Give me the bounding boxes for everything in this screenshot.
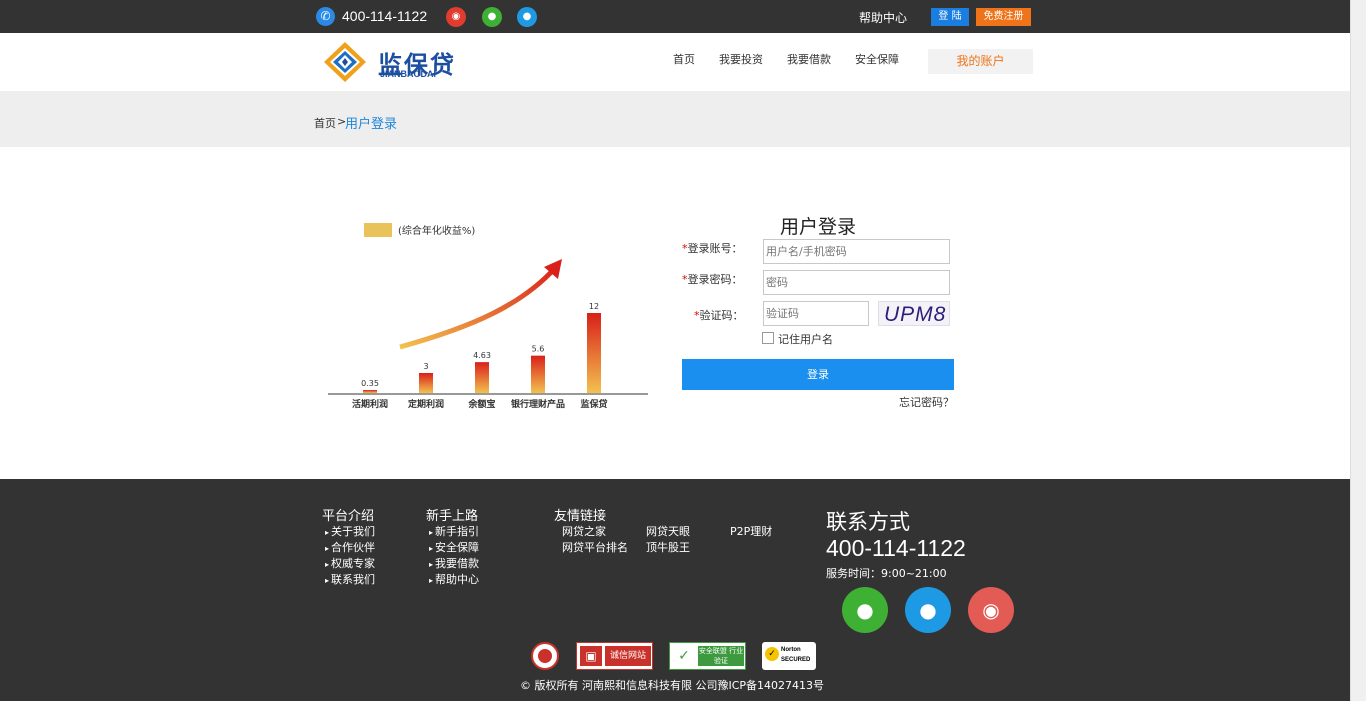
wechat-icon[interactable]: ●: [482, 7, 502, 27]
logo-icon[interactable]: [322, 40, 368, 84]
category-label: 监保贷: [580, 398, 607, 410]
category-label: 银行理财产品: [511, 398, 565, 410]
friend-link[interactable]: 网贷之家: [562, 523, 606, 539]
bar-0: [363, 390, 377, 393]
breadcrumb-current: 用户登录: [345, 117, 398, 132]
bar-1: [419, 373, 433, 393]
footer-links-title: 友情链接: [554, 509, 607, 524]
nav-borrow[interactable]: 我要借款: [787, 51, 831, 67]
seal-badge-icon[interactable]: [530, 642, 560, 670]
bar-value-label: 3: [423, 362, 428, 371]
phone-icon: ✆: [316, 7, 335, 26]
footer-link-help[interactable]: 帮助中心: [429, 571, 479, 587]
top-phone-number: 400-114-1122: [342, 8, 428, 24]
legend-label: (综合年化收益%): [398, 224, 475, 237]
qq-icon[interactable]: ●: [905, 587, 951, 633]
remember-label[interactable]: 记住用户名: [778, 331, 833, 347]
bar-3: [531, 355, 545, 393]
yield-chart: (综合年化收益%) 0.35 活期利润 3 定期利润 4.63 余额宝 5.6 银行理财产品 1…: [328, 223, 648, 410]
site-header: 监保贷 JIANBAODAI 首页 我要投资 我要借款 安全保障 我的账户: [0, 33, 1350, 91]
norton-check-icon: ✓: [765, 647, 779, 661]
help-center-link[interactable]: 帮助中心: [859, 9, 907, 26]
account-label-text: 登录账号：: [687, 242, 743, 255]
top-bar-inner: ✆ 400-114-1122 ◉ ● ● 帮助中心 登 陆 免费注册: [314, 0, 1034, 33]
bar-value-label: 4.63: [473, 351, 491, 360]
bar-value-label: 12: [589, 302, 599, 311]
friend-link[interactable]: 顶牛股王: [646, 539, 690, 555]
friend-link[interactable]: 网贷天眼: [646, 523, 690, 539]
bar-2: [475, 362, 489, 393]
nav-security[interactable]: 安全保障: [855, 51, 899, 67]
top-bar: ✆ 400-114-1122 ◉ ● ● 帮助中心 登 陆 免费注册: [0, 0, 1350, 33]
footer-platform-title: 平台介绍: [322, 509, 375, 524]
footer-link-guide[interactable]: 新手指引: [429, 523, 479, 539]
logo-subtext: JIANBAODAI: [380, 69, 437, 79]
category-label: 定期利润: [407, 398, 444, 410]
growth-arrow: [399, 265, 558, 350]
security-badge-label: 安全联盟 行业验证: [698, 646, 744, 666]
copyright-text: © 版权所有 河南熙和信息科技有限 公司豫ICP备14027413号: [520, 679, 825, 692]
my-account-button[interactable]: 我的账户: [928, 49, 1033, 74]
category-label: 余额宝: [467, 398, 495, 410]
footer-link-partners[interactable]: 合作伙伴: [325, 539, 375, 555]
trust-icon: ▣: [580, 646, 602, 666]
remember-checkbox[interactable]: [762, 332, 774, 344]
weibo-icon[interactable]: ◉: [968, 587, 1014, 633]
norton-badge-label: Norton SECURED: [781, 647, 811, 663]
bar-value-label: 0.35: [361, 379, 379, 388]
contact-title: 联系方式: [826, 510, 910, 534]
account-input[interactable]: [763, 239, 950, 264]
contact-phone: 400-114-1122: [826, 535, 966, 561]
footer-link-about[interactable]: 关于我们: [325, 523, 375, 539]
captcha-text: UPM8: [884, 303, 947, 326]
trust-site-badge[interactable]: ▣ 诚信网站: [576, 642, 653, 670]
friend-link[interactable]: P2P理财: [730, 523, 772, 539]
friend-link[interactable]: 网贷平台排名: [562, 539, 628, 555]
forgot-password-link[interactable]: 忘记密码？: [899, 394, 954, 410]
bar-4: [587, 313, 601, 393]
password-label-text: 登录密码：: [687, 273, 743, 286]
captcha-input[interactable]: [763, 301, 869, 326]
footer-newbie-title: 新手上路: [426, 509, 479, 524]
contact-hours: 服务时间：9:00~21:00: [826, 567, 947, 580]
top-register-button[interactable]: 免费注册: [976, 8, 1031, 26]
top-login-button[interactable]: 登 陆: [931, 8, 969, 26]
footer-link-contact[interactable]: 联系我们: [325, 571, 375, 587]
password-input[interactable]: [763, 270, 950, 295]
window-scrollbar[interactable]: [1350, 0, 1366, 701]
trust-badge-label: 诚信网站: [605, 646, 651, 666]
bar-value-label: 5.6: [532, 345, 545, 354]
security-alliance-badge[interactable]: ✓ 安全联盟 行业验证: [669, 642, 746, 670]
breadcrumb: 首页 > 用户登录: [0, 91, 1350, 147]
login-submit-button[interactable]: 登录: [682, 359, 954, 390]
footer-link-security[interactable]: 安全保障: [429, 539, 479, 555]
login-title: 用户登录: [780, 216, 857, 238]
weibo-icon[interactable]: ◉: [446, 7, 466, 27]
footer-link-borrow[interactable]: 我要借款: [429, 555, 479, 571]
nav-home[interactable]: 首页: [673, 51, 695, 67]
password-label: *登录密码：: [682, 271, 743, 287]
captcha-label-text: 验证码：: [699, 309, 744, 322]
captcha-image[interactable]: UPM8: [878, 301, 950, 326]
breadcrumb-home[interactable]: 首页: [314, 115, 336, 131]
qq-icon[interactable]: ●: [517, 7, 537, 27]
category-label: 活期利润: [352, 398, 388, 410]
account-label: *登录账号：: [682, 240, 743, 256]
legend-swatch: [364, 223, 392, 237]
site-footer: 平台介绍 关于我们 合作伙伴 权威专家 联系我们 新手上路 新手指引 安全保障 …: [0, 479, 1350, 701]
check-shield-icon: ✓: [678, 648, 690, 664]
wechat-icon[interactable]: ●: [842, 587, 888, 633]
captcha-label: *验证码：: [694, 307, 744, 323]
nav-invest[interactable]: 我要投资: [719, 51, 763, 67]
footer-link-experts[interactable]: 权威专家: [325, 555, 375, 571]
norton-badge[interactable]: ✓ Norton SECURED: [762, 642, 816, 670]
